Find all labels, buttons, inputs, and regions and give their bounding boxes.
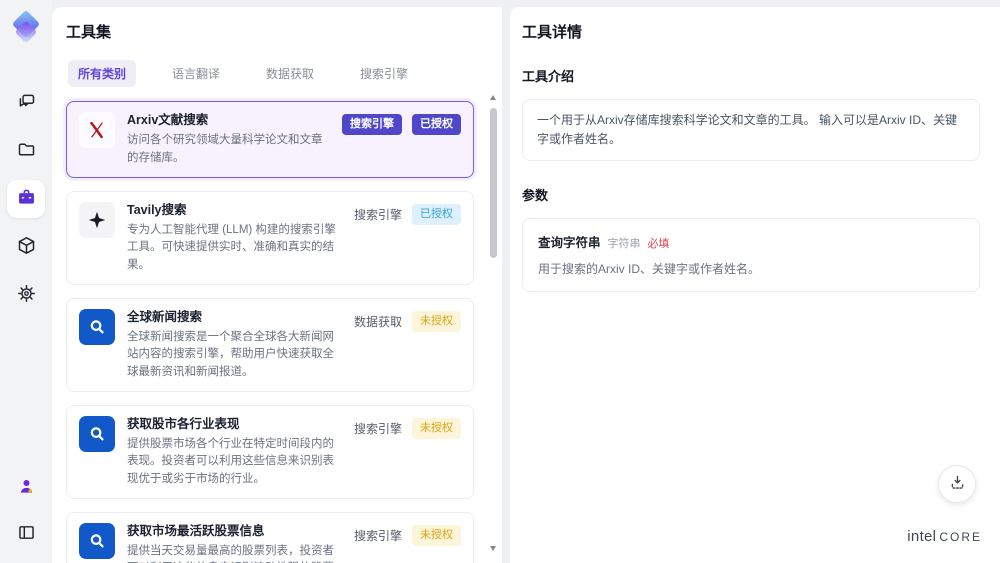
category-badge: 搜索引擎 [342,114,402,135]
tool-name: Arxiv文献搜索 [127,113,209,127]
tool-description: 访问各个研究领域大量科学论文和文章的存储库。 [127,134,323,164]
core-brand-text: core [939,530,982,544]
category-label: 数据获取 [353,314,402,329]
sidebar-nav [7,84,45,314]
tool-list: Arxiv文献搜索 访问各个研究领域大量科学论文和文章的存储库。 搜索引擎 已授… [66,101,488,563]
param-name: 查询字符串 [538,236,601,251]
tool-name: 获取市场最活跃股票信息 [127,523,265,538]
download-button[interactable] [938,465,976,503]
tool-description: 全球新闻搜索是一个聚合全球各大新闻网站内容的搜索引擎，帮助用户快速获取全球最新资… [127,331,334,378]
tavily-sparkle-icon [79,201,115,238]
param-required-flag: 必填 [647,238,670,251]
intro-heading: 工具介绍 [522,69,575,84]
auth-status-badge: 未授权 [412,524,461,546]
package-icon [16,235,37,259]
tool-description: 专为人工智能代理 (LLM) 构建的搜索引擎工具。可快速提供实时、准确和真实的结… [127,224,336,271]
category-tabs: 所有类别 语言翻译 数据获取 搜索引擎 [68,60,488,87]
stock-sector-search-icon [79,415,115,452]
tab-all-categories[interactable]: 所有类别 [68,60,137,87]
toolset-title: 工具集 [66,24,112,41]
sidebar-item-files[interactable] [7,132,45,170]
tool-description: 提供股票市场各个行业在特定时间段内的表现。投资者可以利用这些信息来识别表现优于或… [127,438,334,485]
app-logo[interactable] [9,9,43,46]
auth-status-badge: 已授权 [412,203,461,225]
folder-icon [16,139,37,163]
sidebar-item-packages[interactable] [7,228,45,266]
arxiv-logo-icon [79,112,115,148]
panel-toggle-icon [16,522,37,546]
tool-card-arxiv[interactable]: Arxiv文献搜索 访问各个研究领域大量科学论文和文章的存储库。 搜索引擎 已授… [66,101,474,178]
global-news-search-icon [79,308,115,345]
download-icon [948,473,967,495]
scroll-up-arrow-icon[interactable] [490,95,496,100]
tool-list-scrollbar [488,95,498,551]
tool-name: Tavily搜索 [127,202,187,217]
tool-name: 获取股市各行业表现 [127,416,240,431]
tab-search-engine[interactable]: 搜索引擎 [350,60,418,87]
chat-icon [16,91,37,115]
details-title: 工具详情 [522,24,583,41]
sidebar-item-tools[interactable] [7,180,45,218]
sidebar-item-collapse[interactable] [7,515,45,553]
scrollbar-thumb[interactable] [489,108,497,258]
tool-card-stock-sectors[interactable]: 获取股市各行业表现 提供股票市场各个行业在特定时间段内的表现。投资者可以利用这些… [66,404,474,499]
gear-icon [16,283,37,307]
sidebar-item-chat[interactable] [7,84,45,122]
user-avatar-icon [16,476,37,500]
category-label: 搜索引擎 [353,207,402,222]
sidebar-item-settings[interactable] [7,276,45,314]
tool-intro-text: 一个用于从Arxiv存储库搜索科学论文和文章的工具。 输入可以是Arxiv ID… [522,99,980,162]
intel-brand-text: intel [907,528,937,545]
tool-card-tavily[interactable]: Tavily搜索 专为人工智能代理 (LLM) 构建的搜索引擎工具。可快速提供实… [66,190,474,285]
tool-name: 全球新闻搜索 [127,309,203,324]
tab-data-fetching[interactable]: 数据获取 [256,60,324,87]
auth-status-badge: 未授权 [412,310,461,332]
sidebar-item-account[interactable] [7,469,45,507]
tool-card-active-stocks[interactable]: 获取市场最活跃股票信息 提供当天交易量最高的股票列表，投资者可以利用这些信息来识… [66,511,474,563]
toolset-panel: 工具集 所有类别 语言翻译 数据获取 搜索引擎 Arxiv文献搜索 访问各个研究… [52,7,502,563]
tool-card-global-news[interactable]: 全球新闻搜索 全球新闻搜索是一个聚合全球各大新闻网站内容的搜索引擎，帮助用户快速… [66,297,474,392]
sidebar-bottom [7,469,45,553]
tool-description: 提供当天交易量最高的股票列表，投资者可以利用这些信息来识别流动性强的股票和潜在的… [127,545,334,563]
param-description: 用于搜索的Arxiv ID、关键字或作者姓名。 [538,262,761,277]
scroll-down-arrow-icon[interactable] [490,546,496,551]
tool-details-panel: 工具详情 工具介绍 一个用于从Arxiv存储库搜索科学论文和文章的工具。 输入可… [510,7,1000,563]
parameter-card: 查询字符串 字符串 必填 用于搜索的Arxiv ID、关键字或作者姓名。 [522,218,980,293]
auth-status-badge: 未授权 [412,417,461,439]
param-type: 字符串 [607,238,641,251]
toolbox-icon [16,187,37,211]
category-label: 搜索引擎 [353,421,402,436]
intel-core-logo: intel core [907,528,982,545]
app-sidebar [0,0,52,563]
category-label: 搜索引擎 [353,528,402,543]
auth-status-badge: 已授权 [412,114,461,135]
params-heading: 参数 [522,188,549,204]
active-stocks-search-icon [79,522,115,559]
tab-language-translation[interactable]: 语言翻译 [162,60,230,87]
